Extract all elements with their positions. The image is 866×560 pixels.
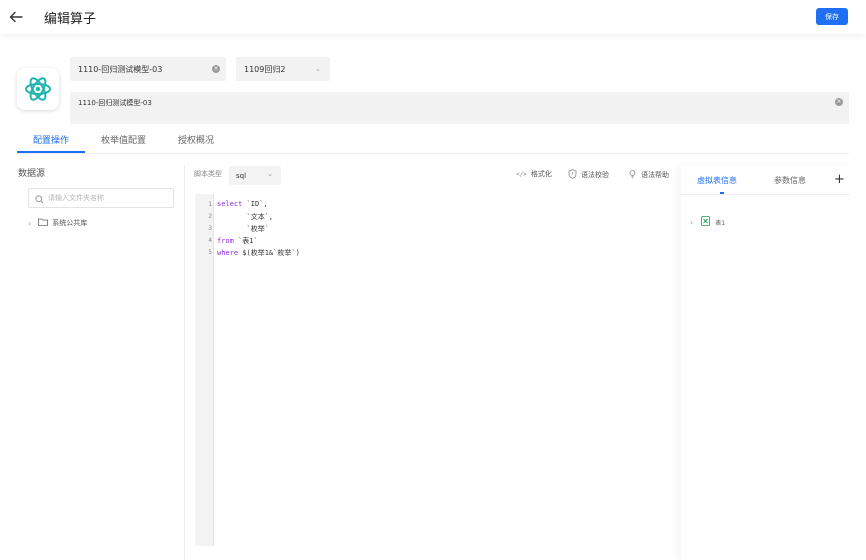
add-button[interactable]: + (834, 172, 845, 187)
clear-icon[interactable]: × (835, 98, 843, 106)
code-text: `ID`, (242, 200, 268, 208)
table-label: 表1 (715, 219, 726, 227)
tabs-divider (681, 194, 849, 195)
search-icon (35, 189, 44, 208)
tab-parameter-info[interactable]: 参数信息 (774, 175, 806, 186)
operator-name-value: 1110-回归测试模型-03 (78, 64, 163, 74)
tree-item-system-library[interactable]: › 系统公共库 (28, 218, 87, 228)
version-value: 1109回归2 (244, 64, 286, 74)
tab-authorization[interactable]: 授权概况 (178, 133, 214, 146)
code-keyword: where (217, 249, 239, 257)
active-tab-indicator (17, 151, 85, 153)
line-number: 4 (208, 237, 212, 244)
code-text: $(枚举1&`枚举`) (238, 249, 300, 257)
syntax-help-button[interactable]: 语法帮助 (628, 169, 669, 181)
lightbulb-icon (628, 169, 637, 181)
page-title: 编辑算子 (44, 12, 97, 27)
script-type-value: sql (236, 171, 247, 180)
code-line: select `ID`, (217, 200, 268, 208)
code-keyword: from (217, 237, 234, 245)
operator-description-textarea[interactable]: 1110-回归测试模型-03 × (70, 92, 849, 124)
code-line: where $(枚举1&`枚举`) (217, 248, 300, 258)
tab-enum-config[interactable]: 枚举值配置 (101, 133, 146, 146)
chevron-right-icon[interactable]: › (28, 219, 31, 228)
script-type-label: 脚本类型 (194, 170, 222, 178)
code-keyword: select (217, 200, 243, 208)
excel-table-icon (701, 216, 711, 228)
line-number-gutter (195, 194, 214, 546)
panel-divider (184, 165, 185, 560)
folder-icon (38, 218, 49, 228)
code-line: from `表1` (217, 236, 258, 246)
back-arrow-icon[interactable] (8, 9, 24, 25)
tab-virtual-table-info[interactable]: 虚拟表信息 (697, 175, 737, 186)
script-type-select[interactable]: sql ⌄ (229, 166, 281, 185)
chevron-down-icon: ⌄ (267, 170, 273, 178)
code-icon: </> (516, 170, 527, 178)
syntax-check-label: 语法校验 (581, 171, 609, 179)
search-input[interactable] (48, 194, 168, 202)
code-line: `文本`, (217, 212, 274, 222)
format-label: 格式化 (530, 170, 552, 178)
syntax-help-label: 语法帮助 (641, 171, 669, 179)
datasource-title: 数据源 (18, 169, 46, 179)
code-editor[interactable] (195, 194, 681, 546)
chevron-down-icon: ⌄ (315, 65, 321, 73)
line-number: 1 (208, 201, 212, 208)
folder-search-box[interactable] (28, 188, 174, 208)
code-text: `表1` (233, 237, 258, 245)
code-line: `枚举` (217, 224, 269, 234)
format-button[interactable]: </> 格式化 (516, 169, 552, 179)
syntax-check-button[interactable]: 语法校验 (568, 169, 609, 181)
top-bar: 编辑算子 保存 (0, 0, 866, 34)
save-button[interactable]: 保存 (816, 8, 848, 25)
tree-item-label: 系统公共库 (52, 219, 88, 227)
tab-config[interactable]: 配置操作 (33, 133, 69, 146)
version-select[interactable]: 1109回归2 ⌄ (236, 57, 330, 81)
tree-item-table[interactable]: › 表1 (690, 216, 725, 228)
code-text: `文本`, (217, 213, 274, 221)
code-text: `枚举` (217, 225, 269, 233)
shield-icon (568, 169, 577, 181)
line-number: 3 (208, 225, 212, 232)
clear-icon[interactable]: × (212, 65, 220, 73)
description-value: 1110-回归测试模型-03 (78, 99, 152, 107)
line-number: 2 (208, 213, 212, 220)
operator-name-input[interactable]: 1110-回归测试模型-03 × (70, 57, 226, 81)
tabs-divider (17, 153, 849, 154)
chevron-right-icon[interactable]: › (690, 218, 693, 227)
operator-logo-icon[interactable] (17, 68, 59, 110)
line-number: 5 (208, 249, 212, 256)
